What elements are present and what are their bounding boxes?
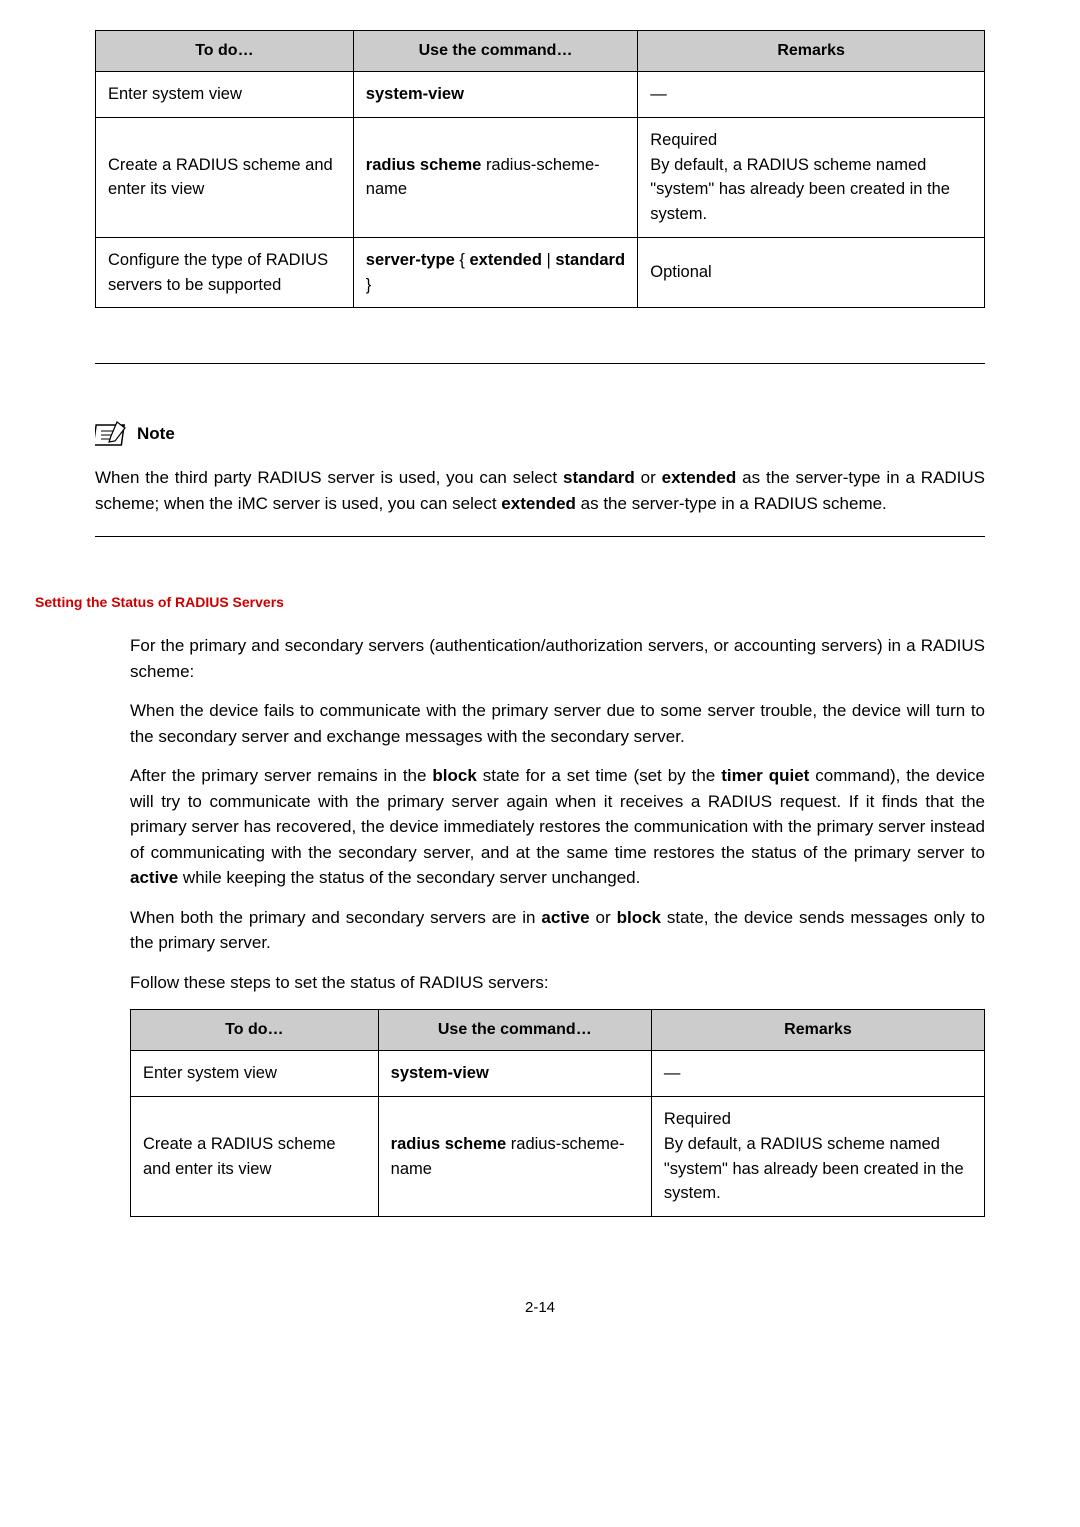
- cell: Enter system view: [96, 72, 354, 118]
- section-heading: Setting the Status of RADIUS Servers: [35, 592, 985, 613]
- note-paragraph: When the third party RADIUS server is us…: [95, 465, 985, 516]
- th-command: Use the command…: [378, 1010, 651, 1051]
- table-row: Create a RADIUS scheme and enter its vie…: [96, 117, 985, 237]
- th-todo: To do…: [131, 1010, 379, 1051]
- note-block: Note When the third party RADIUS server …: [95, 363, 985, 516]
- cell: —: [651, 1051, 984, 1097]
- body-content: For the primary and secondary servers (a…: [130, 633, 985, 1217]
- cell: Optional: [638, 237, 985, 308]
- paragraph: When the device fails to communicate wit…: [130, 698, 985, 749]
- cell: Configure the type of RADIUS servers to …: [96, 237, 354, 308]
- cell: system-view: [353, 72, 637, 118]
- note-header: Note: [95, 419, 985, 447]
- table-row: Enter system view system-view —: [131, 1051, 985, 1097]
- paragraph: For the primary and secondary servers (a…: [130, 633, 985, 684]
- cell: Create a RADIUS scheme and enter its vie…: [96, 117, 354, 237]
- cell: system-view: [378, 1051, 651, 1097]
- table-row: Create a RADIUS scheme and enter its vie…: [131, 1097, 985, 1217]
- cell: radius scheme radius-scheme-name: [353, 117, 637, 237]
- paragraph: Follow these steps to set the status of …: [130, 970, 985, 996]
- paragraph: When both the primary and secondary serv…: [130, 905, 985, 956]
- table-radius-status: To do… Use the command… Remarks Enter sy…: [130, 1009, 985, 1217]
- th-command: Use the command…: [353, 31, 637, 72]
- note-divider: [95, 536, 985, 537]
- th-remarks: Remarks: [651, 1010, 984, 1051]
- th-remarks: Remarks: [638, 31, 985, 72]
- table-row: Configure the type of RADIUS servers to …: [96, 237, 985, 308]
- note-icon: [95, 419, 129, 447]
- table-row: Enter system view system-view —: [96, 72, 985, 118]
- paragraph: After the primary server remains in the …: [130, 763, 985, 891]
- cell: Create a RADIUS scheme and enter its vie…: [131, 1097, 379, 1217]
- cell: Enter system view: [131, 1051, 379, 1097]
- table-radius-config: To do… Use the command… Remarks Enter sy…: [95, 30, 985, 308]
- cell: Required By default, a RADIUS scheme nam…: [638, 117, 985, 237]
- cell: —: [638, 72, 985, 118]
- note-label: Note: [137, 421, 175, 447]
- cell: server-type { extended | standard }: [353, 237, 637, 308]
- cell: Required By default, a RADIUS scheme nam…: [651, 1097, 984, 1217]
- cell: radius scheme radius-scheme-name: [378, 1097, 651, 1217]
- page-number: 2-14: [95, 1297, 985, 1320]
- th-todo: To do…: [96, 31, 354, 72]
